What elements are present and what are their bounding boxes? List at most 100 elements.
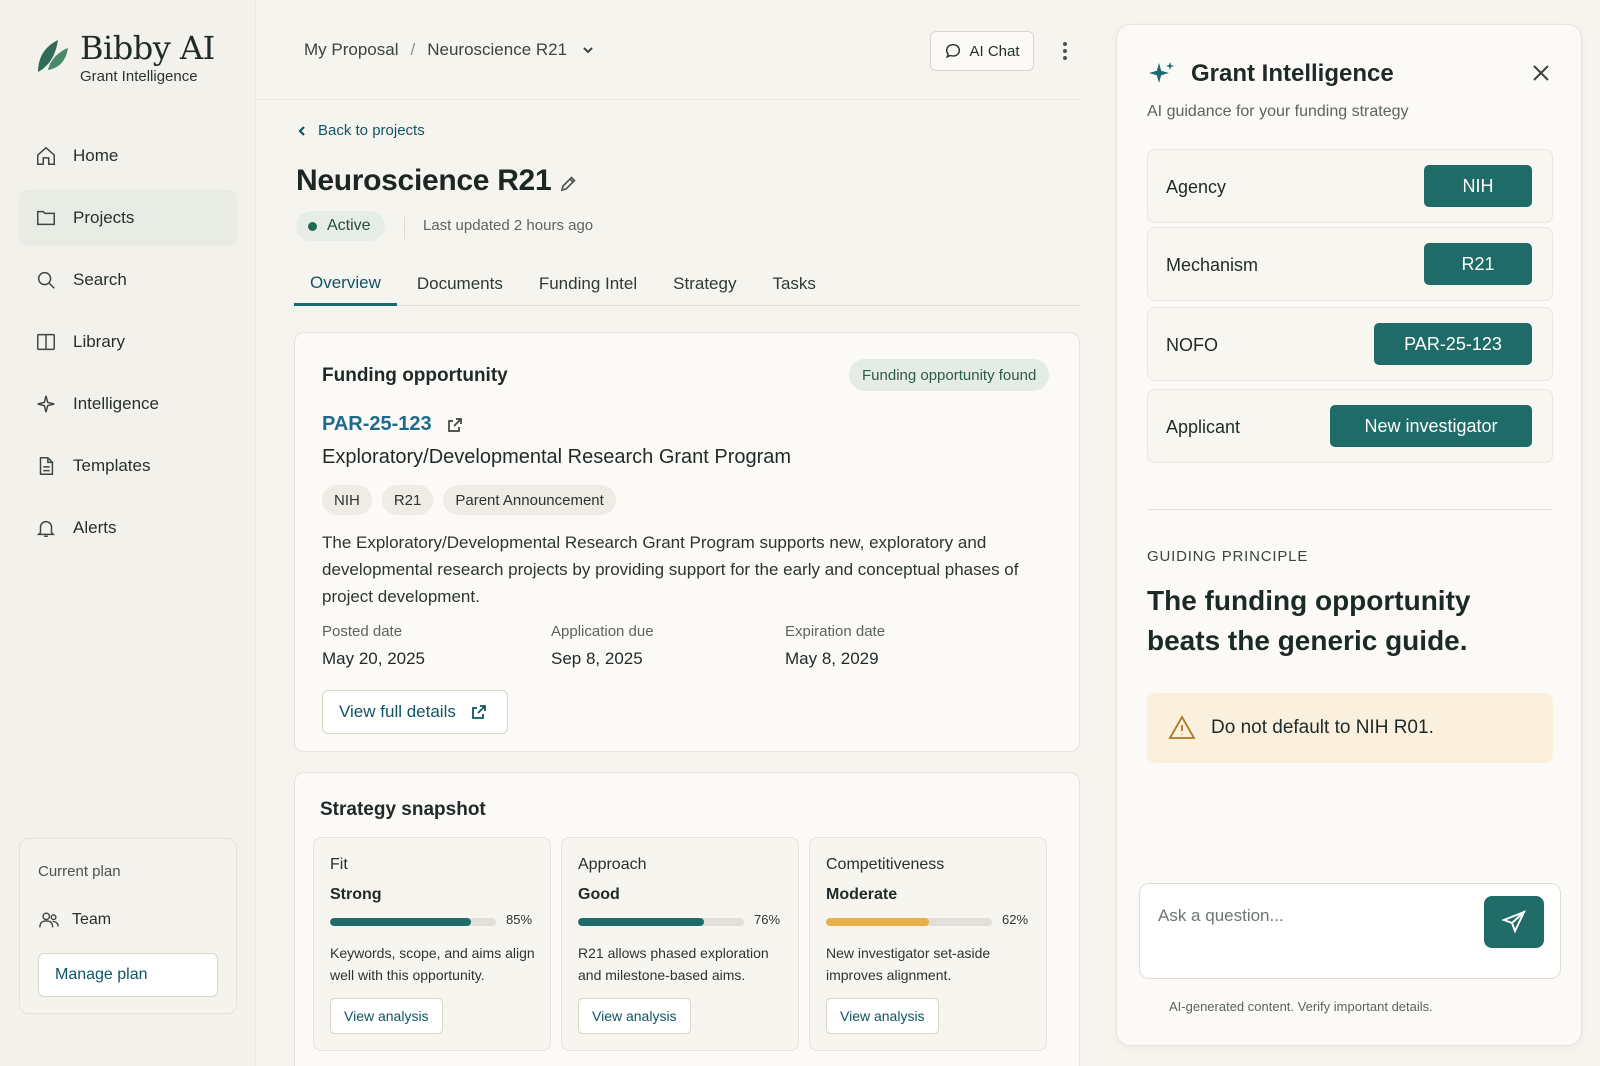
metric-name: Approach: [578, 856, 647, 873]
tab-documents[interactable]: Documents: [401, 262, 519, 306]
ask-question-input[interactable]: [1158, 900, 1458, 932]
sidebar-item-label: Home: [73, 146, 119, 165]
sidebar-item-label: Library: [73, 332, 125, 351]
funding-dates: Posted date May 20, 2025 Application due…: [322, 623, 985, 669]
sidebar-item-alerts[interactable]: Alerts: [19, 500, 237, 556]
attribute-value-button[interactable]: R21: [1424, 243, 1532, 285]
external-link-icon: [471, 705, 486, 719]
progress-percent: 76%: [754, 912, 781, 927]
panel-header: Grant Intelligence: [1147, 59, 1394, 89]
back-to-projects-link[interactable]: Back to projects: [296, 122, 425, 139]
sidebar-item-search[interactable]: Search: [19, 252, 237, 308]
close-icon[interactable]: [1529, 61, 1553, 85]
metric-rating: Strong: [330, 886, 382, 903]
chevron-down-icon[interactable]: [581, 43, 595, 57]
sidebar-item-label: Intelligence: [73, 394, 160, 413]
date-value: May 20, 2025: [322, 649, 426, 668]
metric-name: Fit: [330, 856, 348, 873]
grant-intelligence-panel: Grant Intelligence AI guidance for your …: [1116, 24, 1582, 1046]
progress-fill: [826, 918, 929, 926]
breadcrumb-separator: /: [410, 40, 416, 59]
sparkle-icon: [1149, 62, 1174, 83]
send-button[interactable]: [1484, 896, 1544, 948]
sidebar-item-intelligence[interactable]: Intelligence: [19, 376, 237, 432]
tab-tasks[interactable]: Tasks: [756, 262, 831, 306]
home-icon: [37, 146, 55, 165]
progress-percent: 85%: [506, 912, 533, 927]
brand[interactable]: Bibby AI Grant Intelligence: [34, 30, 215, 85]
sidebar-item-label: Alerts: [73, 518, 117, 537]
plan-card: Current plan Team Manage plan: [19, 838, 237, 1014]
external-link-icon: [447, 417, 462, 432]
metric-competitiveness: Competitiveness Moderate 62% New investi…: [809, 837, 1047, 1051]
sidebar-item-label: Projects: [73, 208, 135, 227]
tab-funding-intel[interactable]: Funding Intel: [523, 262, 653, 306]
sparkle-icon: [37, 395, 55, 413]
bell-icon: [36, 520, 56, 537]
brand-name: Bibby AI: [80, 29, 215, 67]
chat-bubble-icon: [946, 43, 961, 59]
progress-fill: [578, 918, 705, 926]
tab-strategy[interactable]: Strategy: [657, 262, 752, 306]
breadcrumb-current[interactable]: Neuroscience R21: [427, 40, 567, 60]
nofo-link[interactable]: PAR-25-123: [322, 413, 464, 436]
attribute-value-button[interactable]: PAR-25-123: [1374, 323, 1532, 365]
attribute-nofo: NOFO PAR-25-123: [1147, 307, 1553, 381]
view-full-details-button[interactable]: View full details: [322, 690, 508, 734]
page-title: Neuroscience R21: [296, 164, 552, 197]
metric-rating: Moderate: [826, 886, 898, 903]
guiding-principle-label: GUIDING PRINCIPLE: [1147, 548, 1309, 565]
sidebar-item-projects[interactable]: Projects: [19, 190, 237, 246]
attribute-value-button[interactable]: New investigator: [1330, 405, 1532, 447]
edit-pencil-icon[interactable]: [558, 174, 578, 194]
attribute-label: Mechanism: [1166, 254, 1259, 275]
more-options-icon[interactable]: [1058, 38, 1072, 64]
metric-description: New investigator set-aside improves alig…: [826, 945, 991, 983]
progress-fill: [330, 918, 472, 926]
warning-text: Do not default to NIH R01.: [1211, 717, 1434, 738]
sidebar-item-label: Search: [73, 270, 127, 289]
manage-plan-button[interactable]: Manage plan: [38, 953, 218, 997]
brand-subtitle: Grant Intelligence: [80, 68, 198, 85]
view-analysis-button[interactable]: View analysis: [330, 998, 443, 1034]
strategy-card-title: Strategy snapshot: [320, 799, 486, 820]
sidebar-item-library[interactable]: Library: [19, 314, 237, 370]
chip-agency: NIH: [322, 485, 372, 515]
view-analysis-button[interactable]: View analysis: [578, 998, 691, 1034]
attribute-label: Applicant: [1166, 416, 1241, 437]
top-bar: My Proposal / Neuroscience R21 AI Chat: [256, 0, 1082, 100]
ai-chat-button[interactable]: AI Chat: [930, 31, 1034, 71]
plan-name: Team: [38, 909, 111, 931]
metric-approach: Approach Good 76% R21 allows phased expl…: [561, 837, 799, 1051]
book-icon: [37, 333, 55, 351]
date-label: Posted date: [322, 623, 403, 640]
expiration-date: Expiration date May 8, 2029: [785, 623, 985, 669]
last-updated: Last updated 2 hours ago: [404, 217, 593, 239]
sidebar-item-home[interactable]: Home: [19, 128, 237, 184]
leaf-logo-icon: [38, 40, 68, 72]
metric-fit: Fit Strong 85% Keywords, scope, and aims…: [313, 837, 551, 1051]
view-full-details-label: View full details: [339, 702, 456, 721]
program-title: Exploratory/Developmental Research Grant…: [322, 446, 792, 468]
breadcrumb-root[interactable]: My Proposal: [304, 40, 398, 60]
view-analysis-button[interactable]: View analysis: [826, 998, 939, 1034]
divider: [1147, 509, 1553, 510]
funding-chips: NIH R21 Parent Announcement: [322, 485, 626, 515]
ask-question-box: [1139, 883, 1561, 979]
sidebar-nav: Home Projects Search Library Intelligenc…: [19, 128, 237, 562]
attribute-value-button[interactable]: NIH: [1424, 165, 1532, 207]
plan-name-label: Team: [72, 911, 112, 928]
status-badge: Active: [296, 211, 385, 241]
status-label: Active: [327, 217, 371, 234]
metric-description: Keywords, scope, and aims align well wit…: [330, 945, 535, 983]
date-value: May 8, 2029: [785, 649, 879, 668]
tab-overview[interactable]: Overview: [294, 262, 397, 306]
chevron-left-icon: [298, 125, 305, 136]
sidebar: Bibby AI Grant Intelligence Home Project…: [0, 0, 256, 1066]
guiding-principle-text: The funding opportunity beats the generi…: [1147, 585, 1471, 656]
attribute-label: Agency: [1166, 176, 1227, 197]
status-dot: [308, 221, 317, 231]
funding-found-badge: Funding opportunity found: [849, 359, 1050, 391]
sidebar-item-templates[interactable]: Templates: [19, 438, 237, 494]
ai-disclaimer: AI-generated content. Verify important d…: [1169, 999, 1433, 1014]
